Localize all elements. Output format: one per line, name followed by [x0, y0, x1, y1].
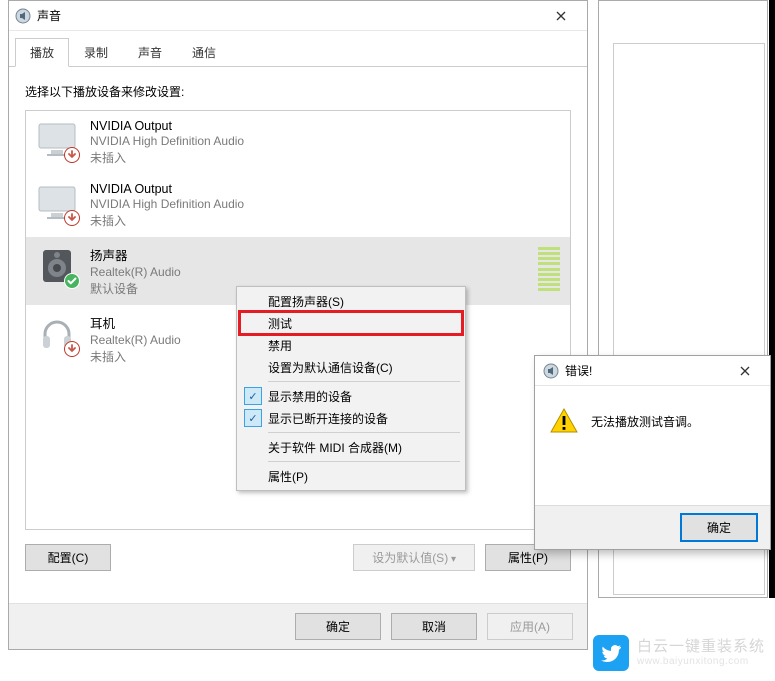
device-item-nvidia-2[interactable]: NVIDIA Output NVIDIA High Definition Aud… [26, 174, 570, 237]
ctx-separator [268, 381, 460, 382]
sound-icon [15, 8, 31, 24]
device-driver: NVIDIA High Definition Audio [90, 134, 244, 148]
speaker-icon [36, 245, 78, 287]
monitor-icon [36, 119, 78, 161]
device-status: 未插入 [90, 212, 244, 229]
device-item-nvidia-1[interactable]: NVIDIA Output NVIDIA High Definition Aud… [26, 111, 570, 174]
ctx-separator [268, 432, 460, 433]
device-status: 未插入 [90, 348, 181, 365]
sound-icon [543, 363, 559, 379]
ctx-show-disabled[interactable]: ✓ 显示禁用的设备 [240, 385, 462, 407]
ctx-label: 显示已断开连接的设备 [268, 410, 388, 427]
error-title: 错误! [565, 362, 647, 379]
cancel-button[interactable]: 取消 [391, 613, 477, 640]
apply-button[interactable]: 应用(A) [487, 613, 573, 640]
check-icon: ✓ [244, 409, 262, 427]
headphone-icon [36, 313, 78, 355]
error-body: 无法播放测试音调。 [535, 386, 770, 446]
tab-strip: 播放 录制 声音 通信 [9, 31, 587, 67]
device-status: 未插入 [90, 149, 244, 166]
bird-logo-icon [593, 635, 629, 671]
ctx-separator [268, 461, 460, 462]
error-message: 无法播放测试音调。 [591, 413, 699, 430]
titlebar: 声音 [9, 1, 587, 31]
configure-button[interactable]: 配置(C) [25, 544, 111, 571]
down-arrow-badge-icon [64, 210, 80, 226]
instruction-text: 选择以下播放设备来修改设置: [25, 83, 571, 100]
dialog-footer: 确定 取消 应用(A) [9, 603, 587, 649]
ctx-set-default-comm[interactable]: 设置为默认通信设备(C) [240, 356, 462, 378]
device-driver: Realtek(R) Audio [90, 333, 181, 347]
tab-sounds[interactable]: 声音 [123, 38, 177, 67]
monitor-icon [36, 182, 78, 224]
warning-icon [549, 406, 579, 436]
error-titlebar: 错误! [535, 356, 770, 386]
device-driver: NVIDIA High Definition Audio [90, 197, 244, 211]
window-title: 声音 [37, 7, 541, 24]
ctx-disable[interactable]: 禁用 [240, 334, 462, 356]
watermark-text: 白云一键重装系统 [637, 639, 765, 656]
device-name: NVIDIA Output [90, 119, 244, 133]
close-button[interactable] [541, 2, 581, 30]
check-icon: ✓ [244, 387, 262, 405]
tab-communications[interactable]: 通信 [177, 38, 231, 67]
tab-playback[interactable]: 播放 [15, 38, 69, 67]
device-status: 默认设备 [90, 280, 181, 297]
ctx-about-midi[interactable]: 关于软件 MIDI 合成器(M) [240, 436, 462, 458]
error-dialog: 错误! 无法播放测试音调。 确定 [534, 355, 771, 550]
device-driver: Realtek(R) Audio [90, 265, 181, 279]
ok-button[interactable]: 确定 [295, 613, 381, 640]
down-arrow-badge-icon [64, 147, 80, 163]
ctx-show-disconnected[interactable]: ✓ 显示已断开连接的设备 [240, 407, 462, 429]
context-menu: 配置扬声器(S) 测试 禁用 设置为默认通信设备(C) ✓ 显示禁用的设备 ✓ … [236, 286, 466, 491]
device-buttons-row: 配置(C) 设为默认值(S) 属性(P) [25, 544, 571, 571]
ctx-label: 显示禁用的设备 [268, 388, 352, 405]
device-name: 耳机 [90, 313, 181, 332]
device-name: 扬声器 [90, 245, 181, 264]
down-arrow-badge-icon [64, 341, 80, 357]
ctx-configure-speakers[interactable]: 配置扬声器(S) [240, 290, 462, 312]
tab-recording[interactable]: 录制 [69, 38, 123, 67]
error-close-button[interactable] [728, 357, 762, 385]
watermark-url: www.baiyunxitong.com [637, 656, 765, 667]
watermark: 白云一键重装系统 www.baiyunxitong.com [583, 629, 775, 677]
error-footer: 确定 [535, 505, 770, 549]
level-meter [538, 247, 560, 291]
ctx-properties[interactable]: 属性(P) [240, 465, 462, 487]
device-name: NVIDIA Output [90, 182, 244, 196]
ctx-test[interactable]: 测试 [240, 312, 462, 334]
set-default-button[interactable]: 设为默认值(S) [353, 544, 475, 571]
default-check-badge-icon [64, 273, 80, 289]
error-ok-button[interactable]: 确定 [680, 513, 758, 542]
